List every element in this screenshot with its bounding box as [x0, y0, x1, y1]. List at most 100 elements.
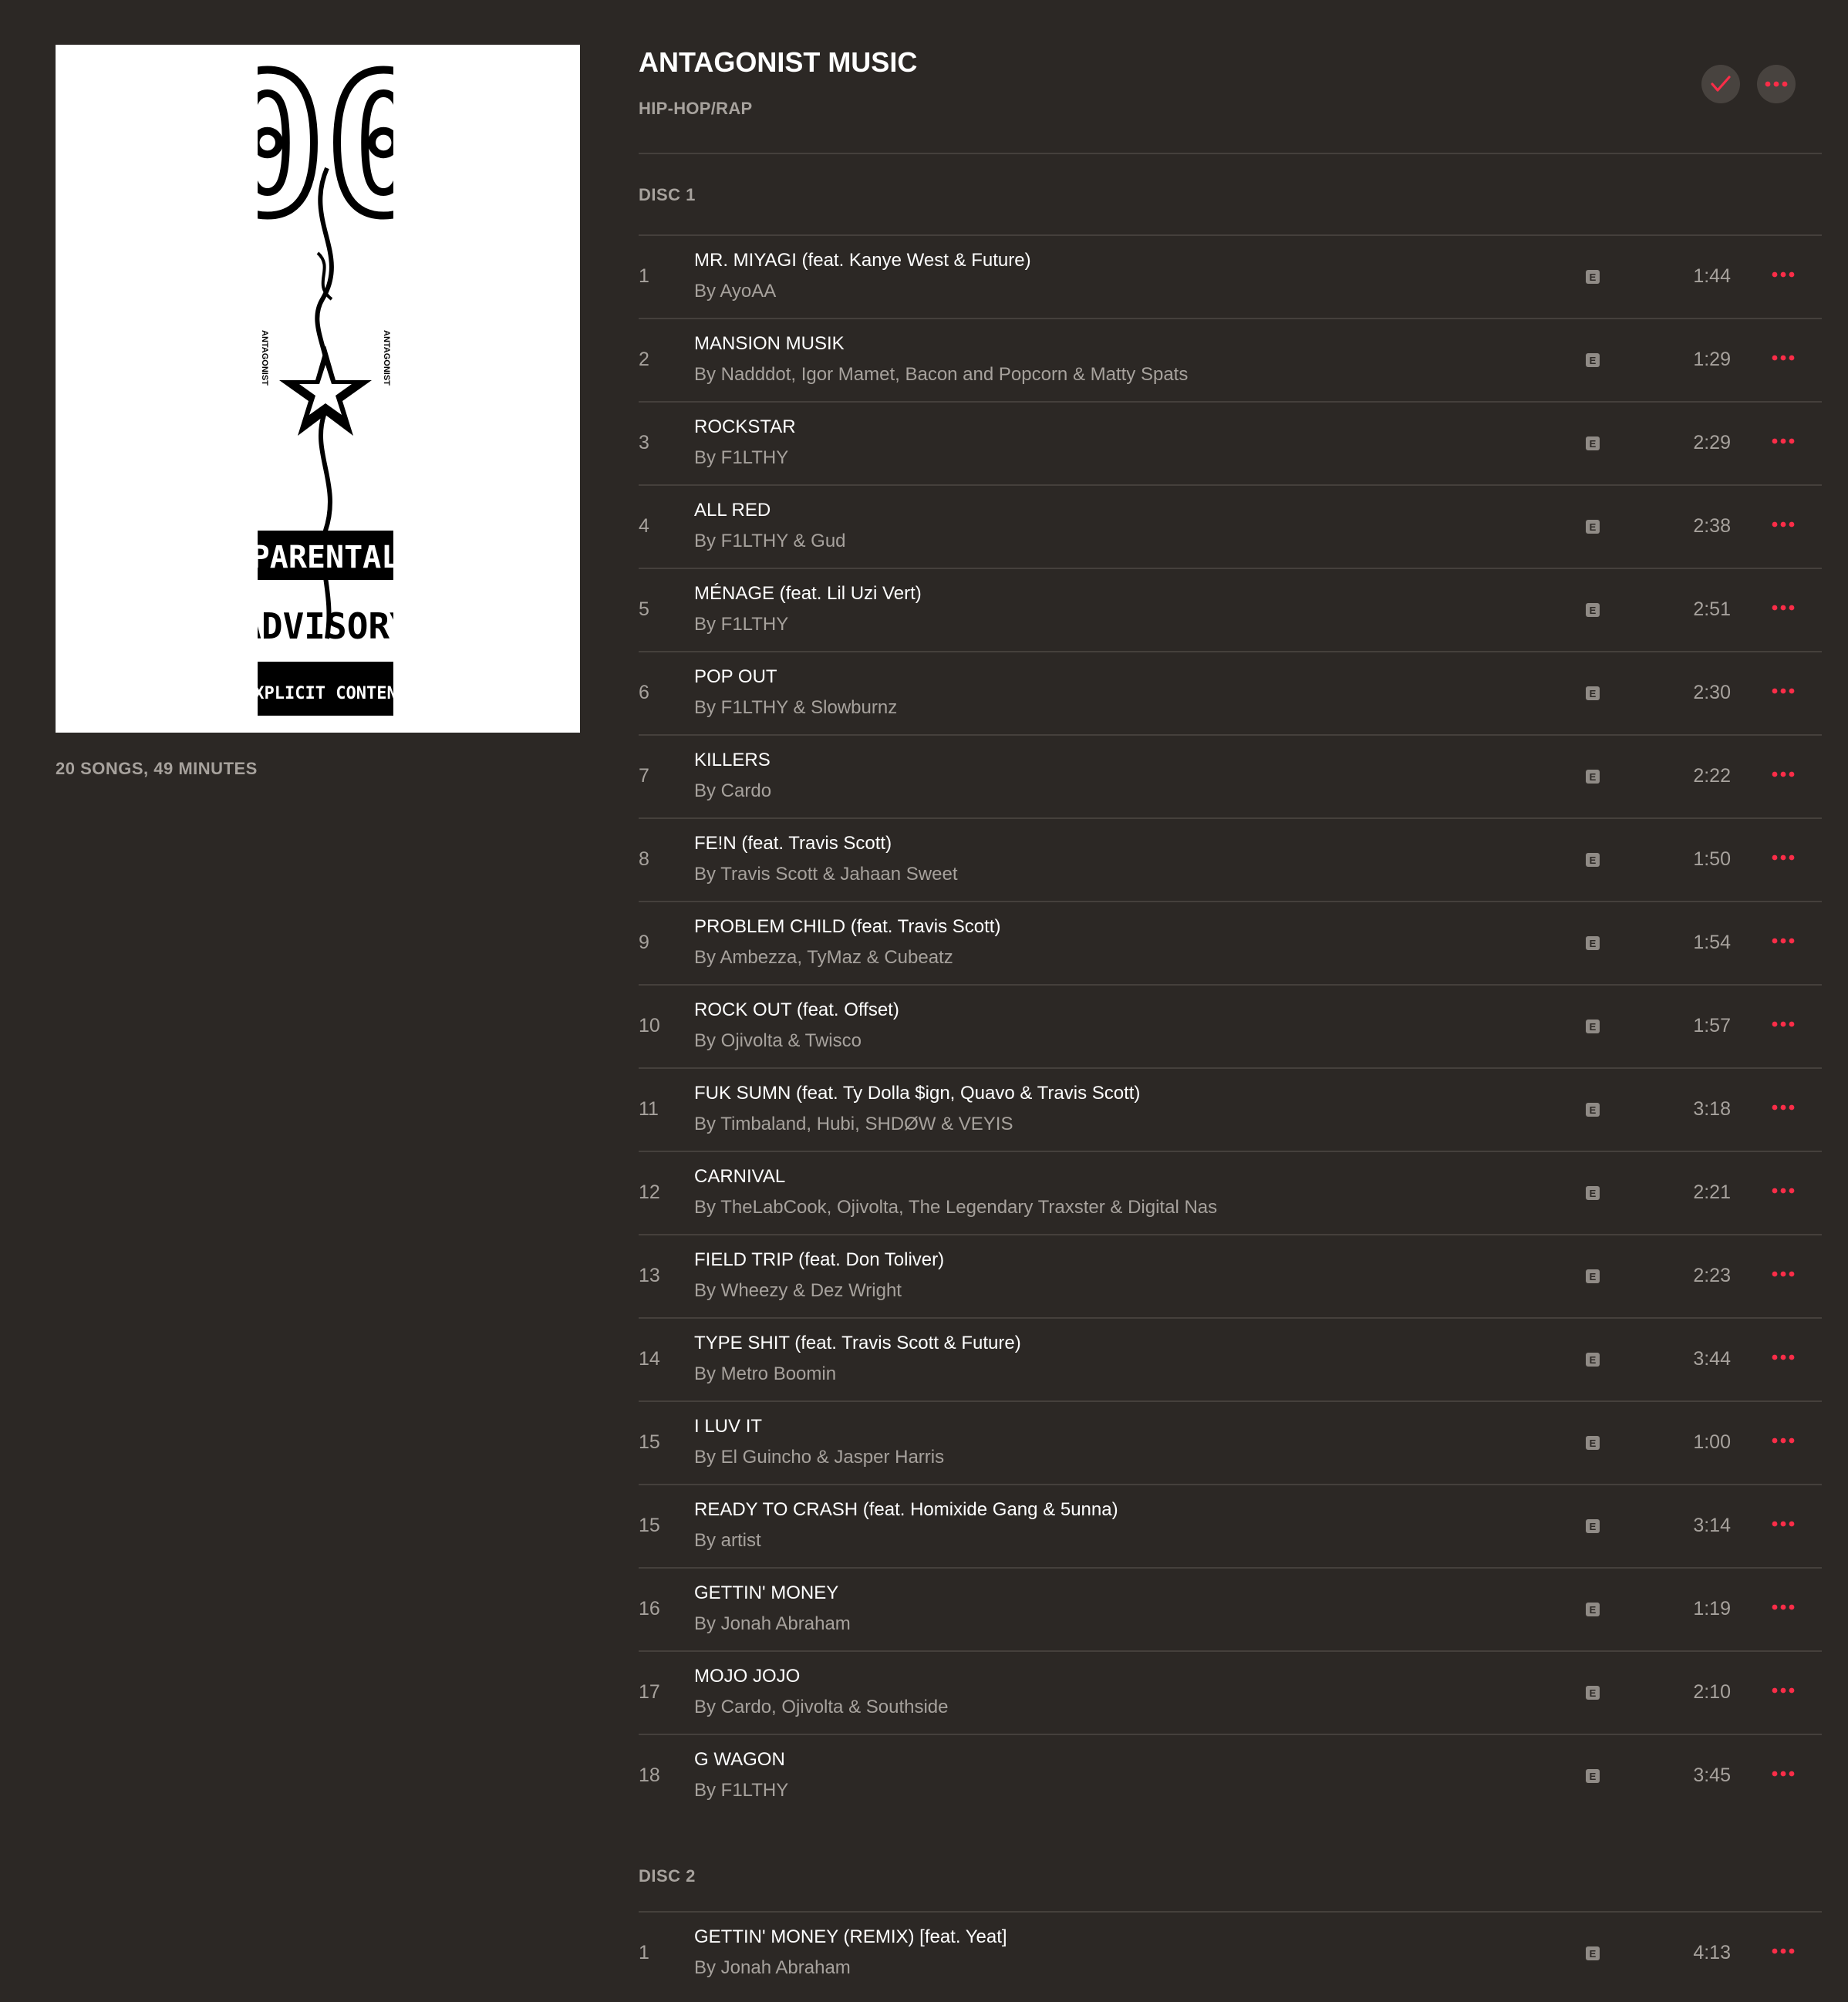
track-more-button[interactable]	[1769, 683, 1797, 699]
track-number: 8	[639, 848, 649, 870]
track-title[interactable]: MANSION MUSIK	[694, 333, 845, 355]
track-artist[interactable]: By artist	[694, 1530, 761, 1552]
track-artist[interactable]: By Jonah Abraham	[694, 1957, 851, 1979]
track-more-button[interactable]	[1769, 1266, 1797, 1282]
track-more-button[interactable]	[1769, 1183, 1797, 1198]
track-number: 4	[639, 515, 649, 537]
track-row[interactable]: 10 ROCK OUT (feat. Offset) By Ojivolta &…	[639, 986, 1822, 1069]
track-more-button[interactable]	[1769, 850, 1797, 865]
track-more-button[interactable]	[1769, 517, 1797, 532]
track-more-button[interactable]	[1769, 1683, 1797, 1698]
track-artist[interactable]: By Ojivolta & Twisco	[694, 1030, 862, 1052]
track-row[interactable]: 5 MÉNAGE (feat. Lil Uzi Vert) By F1LTHY …	[639, 569, 1822, 652]
track-number: 9	[639, 932, 649, 953]
track-title[interactable]: READY TO CRASH (feat. Homixide Gang & 5u…	[694, 1499, 1118, 1521]
more-options-icon	[1772, 771, 1795, 777]
track-title[interactable]: GETTIN' MONEY	[694, 1582, 838, 1604]
track-artist[interactable]: By Ambezza, TyMaz & Cubeatz	[694, 947, 953, 969]
track-artist[interactable]: By Travis Scott & Jahaan Sweet	[694, 864, 958, 885]
track-row[interactable]: 13 FIELD TRIP (feat. Don Toliver) By Whe…	[639, 1235, 1822, 1319]
track-artist[interactable]: By TheLabCook, Ojivolta, The Legendary T…	[694, 1197, 1217, 1218]
more-options-icon	[1772, 938, 1795, 944]
track-row[interactable]: 14 TYPE SHIT (feat. Travis Scott & Futur…	[639, 1319, 1822, 1402]
track-title[interactable]: G WAGON	[694, 1749, 785, 1771]
track-artist[interactable]: By El Guincho & Jasper Harris	[694, 1447, 944, 1468]
track-row[interactable]: 1 MR. MIYAGI (feat. Kanye West & Future)…	[639, 236, 1822, 319]
track-more-button[interactable]	[1769, 1766, 1797, 1781]
track-title[interactable]: MÉNAGE (feat. Lil Uzi Vert)	[694, 583, 922, 605]
track-number: 1	[639, 265, 649, 287]
track-artist[interactable]: By F1LTHY & Gud	[694, 531, 846, 552]
track-row[interactable]: 4 ALL RED By F1LTHY & Gud E 2:38	[639, 486, 1822, 569]
track-row[interactable]: 15 I LUV IT By El Guincho & Jasper Harri…	[639, 1402, 1822, 1485]
track-row[interactable]: 2 MANSION MUSIK By Nadddot, Igor Mamet, …	[639, 319, 1822, 403]
track-number: 16	[639, 1598, 660, 1619]
track-more-button[interactable]	[1769, 350, 1797, 366]
disc-1-section: DISC 1 1 MR. MIYAGI (feat. Kanye West & …	[639, 154, 1822, 1818]
track-row[interactable]: 6 POP OUT By F1LTHY & Slowburnz E 2:30	[639, 652, 1822, 736]
track-title[interactable]: FUK SUMN (feat. Ty Dolla $ign, Quavo & T…	[694, 1083, 1140, 1104]
track-duration: 1:19	[1693, 1598, 1731, 1619]
track-row[interactable]: 3 ROCKSTAR By F1LTHY E 2:29	[639, 403, 1822, 486]
track-title[interactable]: TYPE SHIT (feat. Travis Scott & Future)	[694, 1333, 1021, 1354]
track-artist[interactable]: By Jonah Abraham	[694, 1613, 851, 1635]
track-artist[interactable]: By F1LTHY	[694, 614, 788, 635]
track-more-button[interactable]	[1769, 1433, 1797, 1448]
explicit-badge: E	[1586, 1269, 1600, 1283]
track-duration: 1:50	[1693, 848, 1731, 870]
more-options-icon	[1772, 1604, 1795, 1610]
track-row[interactable]: 12 CARNIVAL By TheLabCook, Ojivolta, The…	[639, 1152, 1822, 1235]
track-title[interactable]: KILLERS	[694, 750, 771, 771]
track-more-button[interactable]	[1769, 1516, 1797, 1532]
track-more-button[interactable]	[1769, 1350, 1797, 1365]
track-row[interactable]: 17 MOJO JOJO By Cardo, Ojivolta & Souths…	[639, 1652, 1822, 1735]
track-row[interactable]: 16 GETTIN' MONEY By Jonah Abraham E 1:19	[639, 1569, 1822, 1652]
track-row[interactable]: 1 GETTIN' MONEY (REMIX) [feat. Yeat] By …	[639, 1913, 1822, 1996]
track-row[interactable]: 18 G WAGON By F1LTHY E 3:45	[639, 1735, 1822, 1818]
track-more-button[interactable]	[1769, 1016, 1797, 1032]
track-row[interactable]: 11 FUK SUMN (feat. Ty Dolla $ign, Quavo …	[639, 1069, 1822, 1152]
add-to-library-button[interactable]	[1701, 65, 1740, 103]
track-title[interactable]: ROCKSTAR	[694, 416, 796, 438]
disc-2-tracklist: 1 GETTIN' MONEY (REMIX) [feat. Yeat] By …	[639, 1913, 1822, 1996]
track-artist[interactable]: By Wheezy & Dez Wright	[694, 1280, 902, 1302]
track-artist[interactable]: By Nadddot, Igor Mamet, Bacon and Popcor…	[694, 364, 1188, 386]
track-artist[interactable]: By F1LTHY & Slowburnz	[694, 697, 897, 719]
track-title[interactable]: GETTIN' MONEY (REMIX) [feat. Yeat]	[694, 1926, 1007, 1948]
track-title[interactable]: FE!N (feat. Travis Scott)	[694, 833, 892, 854]
track-title[interactable]: MOJO JOJO	[694, 1666, 800, 1687]
track-more-button[interactable]	[1769, 433, 1797, 449]
album-more-button[interactable]	[1757, 65, 1796, 103]
track-more-button[interactable]	[1769, 933, 1797, 949]
track-artist[interactable]: By F1LTHY	[694, 447, 788, 469]
album-cover[interactable]: 00 ANTAGONIST ANTAGONIST PARENTAL ADVISO…	[56, 45, 580, 733]
track-artist[interactable]: By Cardo, Ojivolta & Southside	[694, 1697, 949, 1718]
explicit-badge: E	[1586, 1436, 1600, 1450]
track-row[interactable]: 8 FE!N (feat. Travis Scott) By Travis Sc…	[639, 819, 1822, 902]
track-title[interactable]: ALL RED	[694, 500, 771, 521]
album-genre[interactable]: HIP-HOP/RAP	[639, 99, 1822, 119]
track-artist[interactable]: By Metro Boomin	[694, 1363, 836, 1385]
track-title[interactable]: POP OUT	[694, 666, 777, 688]
track-more-button[interactable]	[1769, 267, 1797, 282]
track-more-button[interactable]	[1769, 1943, 1797, 1959]
album-title: ANTAGONIST MUSIC	[639, 46, 918, 78]
track-title[interactable]: MR. MIYAGI (feat. Kanye West & Future)	[694, 250, 1031, 271]
track-title[interactable]: CARNIVAL	[694, 1166, 785, 1188]
track-artist[interactable]: By AyoAA	[694, 281, 776, 302]
track-title[interactable]: I LUV IT	[694, 1416, 762, 1437]
track-more-button[interactable]	[1769, 1599, 1797, 1615]
track-title[interactable]: PROBLEM CHILD (feat. Travis Scott)	[694, 916, 1000, 938]
track-title[interactable]: ROCK OUT (feat. Offset)	[694, 999, 899, 1021]
track-duration: 3:44	[1693, 1348, 1731, 1370]
track-row[interactable]: 15 READY TO CRASH (feat. Homixide Gang &…	[639, 1485, 1822, 1569]
track-more-button[interactable]	[1769, 600, 1797, 615]
track-more-button[interactable]	[1769, 1100, 1797, 1115]
track-artist[interactable]: By F1LTHY	[694, 1780, 788, 1801]
track-artist[interactable]: By Timbaland, Hubi, SHDØW & VEYIS	[694, 1114, 1013, 1135]
track-title[interactable]: FIELD TRIP (feat. Don Toliver)	[694, 1249, 944, 1271]
track-artist[interactable]: By Cardo	[694, 780, 771, 802]
track-more-button[interactable]	[1769, 767, 1797, 782]
track-row[interactable]: 9 PROBLEM CHILD (feat. Travis Scott) By …	[639, 902, 1822, 986]
track-row[interactable]: 7 KILLERS By Cardo E 2:22	[639, 736, 1822, 819]
